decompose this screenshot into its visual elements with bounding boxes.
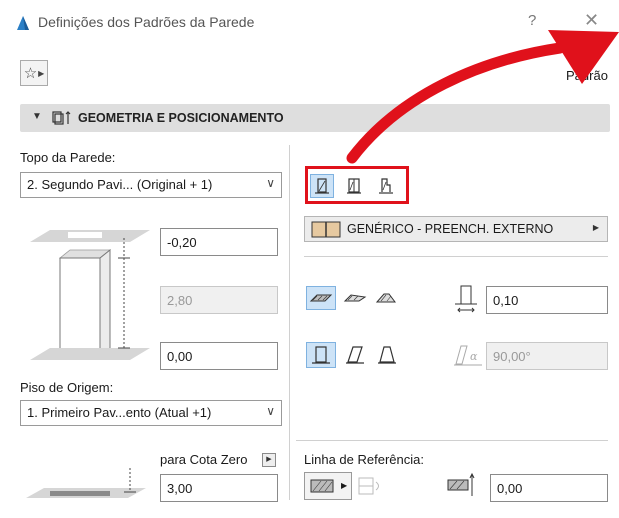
right-divider-1: [304, 256, 608, 257]
favorites-button[interactable]: ☆ ▶: [20, 60, 48, 86]
wall-top-select[interactable]: 2. Segundo Pavi... (Original + 1) ∨: [20, 172, 282, 198]
polygonal-wall-button[interactable]: [372, 286, 402, 310]
slanted-wall-icon: [346, 346, 364, 364]
zero-level-diagram: [26, 468, 146, 498]
chevron-right-icon: ▶: [592, 223, 599, 232]
double-slanted-wall-icon: [378, 346, 396, 364]
help-button[interactable]: ?: [528, 12, 536, 29]
bottom-offset-value: 0,00: [167, 349, 193, 364]
chevron-right-icon: ▶: [341, 481, 348, 490]
flip-reference-icon: [358, 477, 379, 495]
vertical-wall-button[interactable]: [306, 342, 336, 368]
column-divider: [289, 145, 290, 500]
wall-height-diagram: [30, 230, 150, 360]
section-header-geometry[interactable]: ▼ GEOMETRIA E POSICIONAMENTO: [20, 104, 610, 132]
chevron-down-icon[interactable]: ▼: [32, 111, 42, 122]
wall-height-input: 2,80: [160, 286, 278, 314]
structure-highlight-box: [305, 166, 409, 204]
composite-fill-label: GENÉRICO - PREENCH. EXTERNO: [347, 222, 554, 236]
composite-fill-swatch-icon: [311, 221, 341, 238]
slant-angle-input: 90,00°: [486, 342, 608, 370]
origin-story-label: Piso de Origem:: [20, 380, 114, 395]
wall-top-select-value: 2. Segundo Pavi... (Original + 1): [27, 177, 213, 192]
composite-fill-selector[interactable]: GENÉRICO - PREENCH. EXTERNO ▶: [304, 216, 608, 242]
geometry-section-icon: [52, 111, 71, 125]
default-label: Padrão: [566, 68, 608, 83]
wall-top-label: Topo da Parede:: [20, 150, 116, 165]
reference-line-label: Linha de Referência:: [304, 452, 424, 467]
archicad-app-icon: [17, 16, 29, 30]
wall-thickness-input[interactable]: 0,10: [486, 286, 608, 314]
trapezoid-wall-icon: [343, 294, 367, 302]
right-divider-2: [296, 440, 608, 441]
polygonal-wall-icon: [375, 293, 396, 303]
zero-level-menu-button[interactable]: ▶: [262, 453, 276, 467]
section-title: GEOMETRIA E POSICIONAMENTO: [78, 111, 284, 125]
trapezoid-wall-button[interactable]: [340, 286, 370, 310]
wall-thickness-icon: [455, 285, 477, 313]
bottom-offset-input[interactable]: 0,00: [160, 342, 278, 370]
wall-height-value: 2,80: [167, 293, 193, 308]
zero-level-value: 3,00: [167, 481, 193, 496]
zero-level-input[interactable]: 3,00: [160, 474, 278, 502]
origin-story-select-value: 1. Primeiro Pav...ento (Atual +1): [27, 405, 212, 420]
straight-wall-button[interactable]: [306, 286, 336, 310]
reference-offset-value: 0,00: [497, 481, 523, 496]
reference-offset-input[interactable]: 0,00: [490, 474, 608, 502]
slant-angle-icon: α: [454, 345, 482, 366]
slant-angle-value: 90,00°: [493, 349, 531, 364]
close-button[interactable]: ✕: [584, 10, 599, 31]
reference-offset-icon: [447, 472, 475, 496]
straight-wall-icon: [309, 294, 333, 302]
chevron-down-icon: ∨: [266, 404, 275, 418]
origin-story-select[interactable]: 1. Primeiro Pav...ento (Atual +1) ∨: [20, 400, 282, 426]
slanted-wall-button[interactable]: [340, 342, 370, 368]
top-offset-input[interactable]: -0,20: [160, 228, 278, 256]
zero-level-label: para Cota Zero: [160, 452, 248, 467]
chevron-down-icon: ∨: [266, 176, 275, 190]
star-icon: ☆: [23, 65, 38, 82]
double-slanted-wall-button[interactable]: [372, 342, 402, 368]
chevron-right-icon: ▶: [38, 68, 45, 78]
top-offset-value: -0,20: [167, 235, 197, 250]
reference-line-button[interactable]: ▶: [304, 472, 352, 500]
svg-text:α: α: [470, 350, 478, 363]
vertical-wall-icon: [312, 346, 330, 364]
wall-thickness-value: 0,10: [493, 293, 519, 308]
title-bar: Definições dos Padrões da Parede ? ✕: [0, 0, 619, 44]
window-title: Definições dos Padrões da Parede: [38, 14, 255, 30]
reference-line-icon: [310, 479, 334, 493]
